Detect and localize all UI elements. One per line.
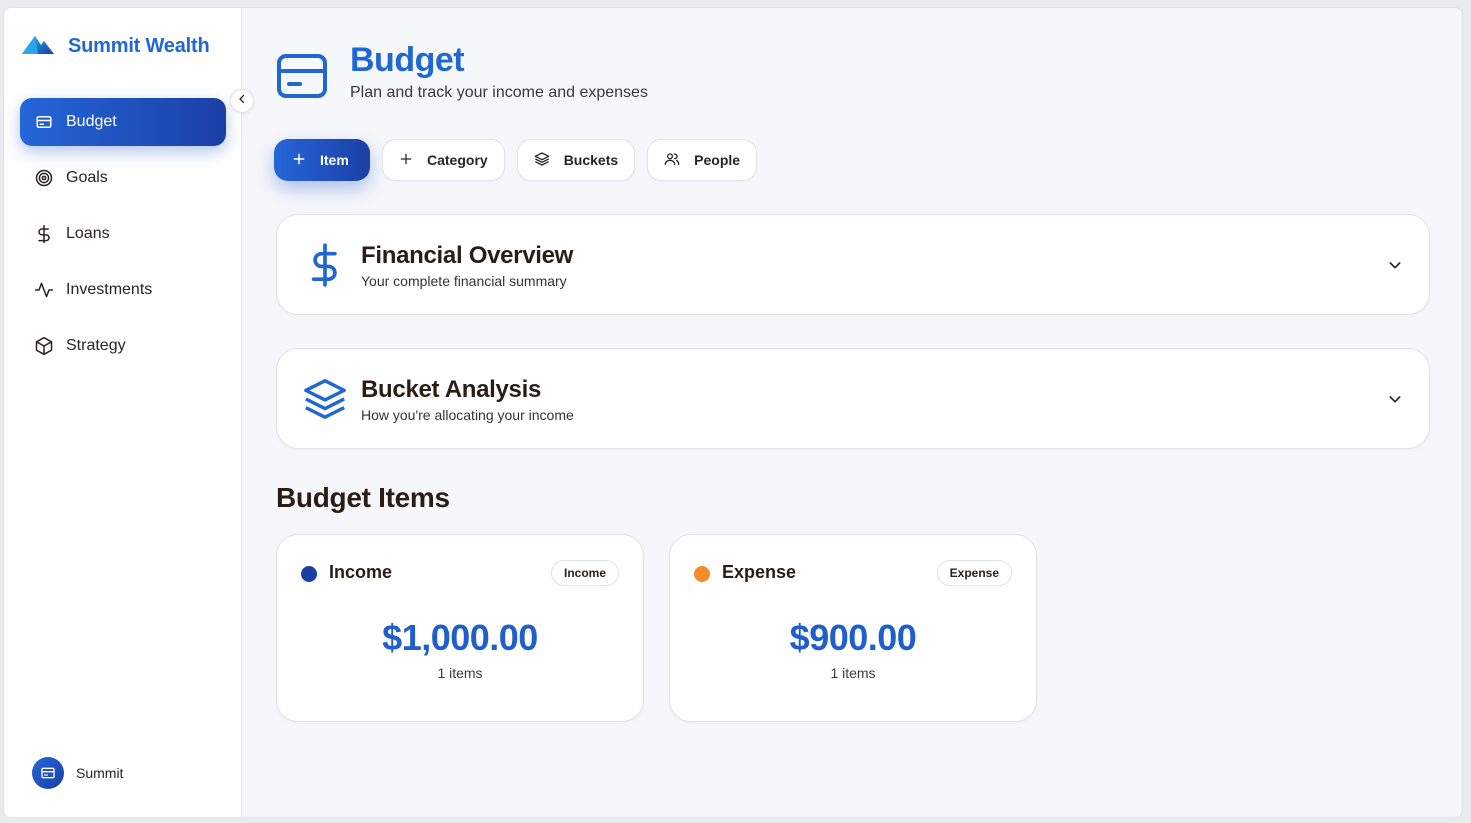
sidebar-item-label: Investments (66, 281, 153, 298)
sidebar-item-loans[interactable]: Loans (20, 210, 226, 258)
card-title: Expense (722, 562, 797, 582)
avatar (32, 757, 64, 789)
expense-card[interactable]: Expense Expense $900.00 1 items (669, 534, 1037, 722)
add-item-button[interactable]: Item (274, 139, 370, 181)
user-profile[interactable]: Summit (32, 757, 123, 789)
financial-overview-panel[interactable]: Financial Overview Your complete financi… (276, 214, 1430, 315)
sidebar-item-label: Loans (66, 225, 110, 242)
main-content: Budget Plan and track your income and ex… (274, 8, 1434, 817)
buckets-label: Buckets (563, 152, 619, 168)
card-amount: $900.00 (789, 617, 917, 658)
credit-card-icon (274, 48, 330, 104)
brand-name: Summit Wealth (68, 34, 210, 57)
sidebar-nav: Budget Goals Loans Investments Strategy (20, 98, 226, 378)
sidebar-item-goals[interactable]: Goals (20, 154, 226, 202)
user-name: Summit (76, 765, 124, 781)
sidebar: Summit Wealth Budget Goals Loans Investm… (4, 8, 242, 817)
card-item-count: 1 items (830, 665, 876, 681)
dollar-icon (34, 224, 54, 244)
toolbar: Item Category Buckets People (274, 139, 758, 181)
plus-icon (399, 152, 413, 169)
add-category-label: Category (427, 152, 488, 168)
people-label: People (694, 152, 741, 168)
sidebar-item-strategy[interactable]: Strategy (20, 322, 226, 370)
chevron-left-icon (236, 92, 248, 110)
panel-subtitle: How you're allocating your income (361, 407, 574, 423)
buckets-button[interactable]: Buckets (516, 139, 636, 181)
panel-title: Financial Overview (361, 242, 574, 269)
bucket-analysis-panel[interactable]: Bucket Analysis How you're allocating yo… (276, 348, 1430, 449)
panel-subtitle: Your complete financial summary (361, 273, 567, 289)
add-category-button[interactable]: Category (382, 139, 505, 181)
sidebar-item-label: Strategy (66, 337, 126, 354)
budget-items-title: Budget Items (276, 482, 450, 513)
type-badge: Income (550, 560, 619, 586)
sidebar-item-investments[interactable]: Investments (20, 266, 226, 314)
add-item-label: Item (320, 152, 349, 168)
plus-icon (292, 152, 306, 169)
chevron-down-icon[interactable] (1385, 389, 1405, 409)
sidebar-item-label: Budget (66, 113, 117, 130)
layers-icon (301, 375, 349, 423)
people-button[interactable]: People (647, 139, 758, 181)
chevron-down-icon[interactable] (1385, 255, 1405, 275)
dollar-icon (301, 241, 349, 289)
credit-card-icon (34, 112, 54, 132)
cube-icon (34, 336, 54, 356)
app-window: Summit Wealth Budget Goals Loans Investm… (3, 7, 1463, 818)
card-item-count: 1 items (437, 665, 483, 681)
collapse-sidebar-button[interactable] (230, 89, 254, 113)
panel-title: Bucket Analysis (361, 376, 542, 403)
users-icon (664, 151, 680, 170)
expense-dot (694, 566, 710, 582)
brand[interactable]: Summit Wealth (22, 32, 210, 60)
type-badge: Expense (936, 560, 1012, 586)
income-dot (301, 566, 317, 582)
target-icon (34, 168, 54, 188)
sidebar-item-label: Goals (66, 169, 108, 186)
page-header: Budget Plan and track your income and ex… (274, 40, 648, 104)
mountain-logo-icon (22, 33, 54, 60)
page-title: Budget (350, 41, 465, 79)
layers-icon (534, 151, 550, 170)
sidebar-item-budget[interactable]: Budget (20, 98, 226, 146)
card-title: Income (329, 562, 393, 582)
activity-icon (34, 280, 54, 300)
card-amount: $1,000.00 (382, 617, 538, 658)
page-subtitle: Plan and track your income and expenses (350, 84, 648, 101)
income-card[interactable]: Income Income $1,000.00 1 items (276, 534, 644, 722)
